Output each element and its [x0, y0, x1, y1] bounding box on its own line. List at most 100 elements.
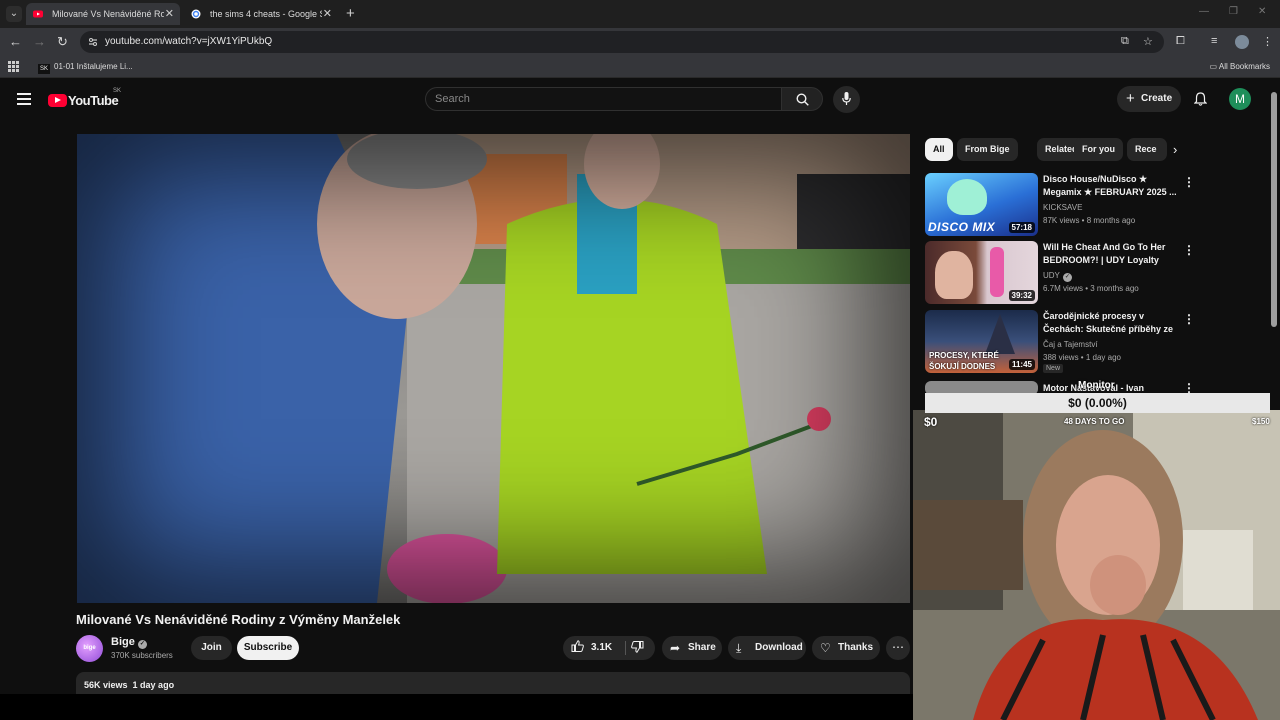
dislike-button[interactable]	[631, 636, 644, 660]
chip-for-you[interactable]: For you	[1074, 138, 1123, 161]
goal-maximum: $150	[1252, 417, 1270, 426]
recommendation-title[interactable]: Čarodějnické procesy v Čechách: Skutečné…	[1043, 310, 1178, 337]
video-duration: 57:18	[1008, 222, 1035, 233]
chip-recent[interactable]: Rece	[1127, 138, 1167, 161]
like-button[interactable]	[571, 636, 584, 660]
download-icon: ⤓	[736, 641, 742, 655]
video-thumbnail[interactable]: DISCO MIX 57:18	[925, 173, 1038, 236]
recommendation-item[interactable]: PROCESY, KTERÉ ŠOKUJÍ DODNES 11:45 Čarod…	[925, 310, 1270, 374]
folder-icon: ▭	[1209, 62, 1219, 71]
recommendation-channel[interactable]: Čaj a Tajemství	[1043, 340, 1098, 349]
youtube-favicon-icon	[33, 10, 43, 18]
tab-youtube-video[interactable]: Milované Vs Nenáviděné Rodiny ✕	[26, 3, 180, 25]
maximize-icon[interactable]: ❐	[1229, 6, 1238, 17]
thumbnail-tower-shape	[985, 314, 1015, 354]
tab-close-icon[interactable]: ✕	[165, 3, 174, 25]
verified-badge-icon: ✓	[137, 640, 147, 649]
thumbs-up-icon	[571, 640, 584, 652]
like-divider	[625, 641, 626, 655]
chip-from-bige[interactable]: From Bige	[957, 138, 1018, 161]
page-scrollbar[interactable]	[1271, 92, 1277, 327]
channel-name-link[interactable]: Bige ✓	[111, 636, 147, 649]
new-badge: New	[1043, 364, 1064, 373]
download-button[interactable]: ⤓ Download	[728, 636, 806, 660]
plus-icon: +	[1126, 90, 1135, 107]
account-avatar[interactable]: M	[1229, 88, 1251, 110]
tab-close-icon[interactable]: ✕	[323, 3, 332, 25]
more-options-icon[interactable]: ⋮	[1183, 175, 1195, 189]
tab-search-button[interactable]: ⌄	[6, 6, 22, 22]
search-button[interactable]	[781, 87, 823, 111]
webcam-overlay	[913, 410, 1280, 720]
recommendation-channel-link[interactable]: UDY ✓	[1043, 271, 1072, 282]
url-text[interactable]: youtube.com/watch?v=jXW1YiPUkbQ	[105, 31, 272, 53]
join-button[interactable]: Join	[191, 636, 232, 660]
webcam-frame	[913, 410, 1280, 720]
forward-icon[interactable]: →	[33, 34, 46, 50]
view-count: 56K views	[84, 680, 128, 690]
goal-title: Monitor	[1078, 380, 1115, 391]
window-close-icon[interactable]: ✕	[1258, 6, 1266, 17]
upload-age: 1 day ago	[132, 680, 175, 690]
site-info-icon[interactable]	[87, 36, 99, 48]
more-options-icon[interactable]: ⋮	[1183, 312, 1195, 326]
minimize-icon[interactable]: —	[1199, 6, 1209, 17]
youtube-logo[interactable]: YouTube SK	[48, 88, 121, 110]
recommendation-item[interactable]: 39:32 Will He Cheat And Go To Her BEDROO…	[925, 241, 1270, 305]
thumbnail-text: DISCO MIX	[928, 220, 996, 234]
chevron-right-icon[interactable]: ›	[1173, 142, 1177, 157]
recommendation-item[interactable]: DISCO MIX 57:18 Disco House/NuDisco ★ Me…	[925, 173, 1270, 237]
apps-grid-icon[interactable]	[8, 61, 19, 72]
create-button[interactable]: + Create	[1117, 86, 1181, 112]
search-box[interactable]	[425, 87, 781, 111]
address-bar[interactable]: youtube.com/watch?v=jXW1YiPUkbQ ⧉ ☆	[80, 31, 1164, 53]
super-thanks-icon: ♡	[820, 641, 831, 655]
video-player[interactable]	[77, 134, 910, 603]
all-bookmarks-button[interactable]: ▭ All Bookmarks	[1210, 56, 1270, 77]
new-tab-button[interactable]: +	[346, 4, 355, 24]
chip-all[interactable]: All	[925, 138, 953, 161]
bookmarks-bar: SK 01-01 Inštalujeme Li... ▭ All Bookmark…	[0, 56, 1280, 78]
back-icon[interactable]: ←	[9, 34, 22, 50]
thanks-button[interactable]: ♡ Thanks	[812, 636, 880, 660]
reload-icon[interactable]: ↻	[57, 34, 68, 50]
recommendation-title[interactable]: Will He Cheat And Go To Her BEDROOM?! | …	[1043, 241, 1178, 268]
hand-shape	[1090, 555, 1146, 615]
chairs-shape	[913, 500, 1023, 590]
tab-google-search[interactable]: the sims 4 cheats - Google Sea ✕	[184, 3, 338, 25]
browser-tab-bar: ⌄ Milované Vs Nenáviděné Rodiny ✕ the si…	[0, 0, 1280, 28]
bookmark-star-icon[interactable]: ☆	[1143, 35, 1153, 48]
verified-badge-icon: ✓	[1062, 273, 1072, 282]
thanks-label: Thanks	[838, 642, 874, 653]
share-arrow-icon: ➦	[670, 641, 681, 655]
more-actions-button[interactable]: ⋯	[886, 636, 910, 660]
like-dislike-group: 3.1K	[563, 636, 655, 660]
voice-search-button[interactable]	[833, 86, 860, 113]
search-input[interactable]	[435, 88, 765, 110]
browser-menu-icon[interactable]: ⋮	[1262, 35, 1273, 48]
share-label: Share	[688, 642, 716, 653]
extensions-icon[interactable]: ⧠	[1176, 35, 1185, 48]
google-favicon-icon	[191, 9, 201, 19]
recommendation-meta: 87K views • 8 months ago	[1043, 216, 1136, 225]
bookmark-item[interactable]: SK 01-01 Inštalujeme Li...	[38, 56, 133, 77]
video-title: Milované Vs Nenáviděné Rodiny z Výměny M…	[76, 612, 401, 627]
create-label: Create	[1141, 93, 1173, 104]
more-options-icon[interactable]: ⋮	[1183, 243, 1195, 257]
profile-avatar[interactable]	[1235, 35, 1249, 49]
recommendation-meta: 388 views • 1 day ago	[1043, 353, 1121, 362]
share-button[interactable]: ➦ Share	[662, 636, 722, 660]
media-controls-icon[interactable]: ≡	[1211, 35, 1217, 47]
subscribe-button[interactable]: Subscribe	[237, 636, 299, 660]
goal-amount: $0 (0.00%)	[1068, 396, 1127, 410]
guide-menu-icon[interactable]	[17, 93, 31, 105]
install-app-icon[interactable]: ⧉	[1121, 35, 1129, 48]
video-thumbnail[interactable]: PROCESY, KTERÉ ŠOKUJÍ DODNES 11:45	[925, 310, 1038, 373]
channel-avatar[interactable]: bige	[76, 635, 103, 662]
video-thumbnail[interactable]: 39:32	[925, 241, 1038, 304]
video-duration: 11:45	[1008, 359, 1035, 370]
recommendation-title[interactable]: Disco House/NuDisco ★ Megamix ★ FEBRUARY…	[1043, 173, 1178, 199]
recommendation-channel[interactable]: KICKSAVE	[1043, 203, 1082, 212]
notifications-bell-icon[interactable]	[1194, 92, 1207, 106]
description-box[interactable]: 56K views 1 day ago	[76, 672, 910, 694]
